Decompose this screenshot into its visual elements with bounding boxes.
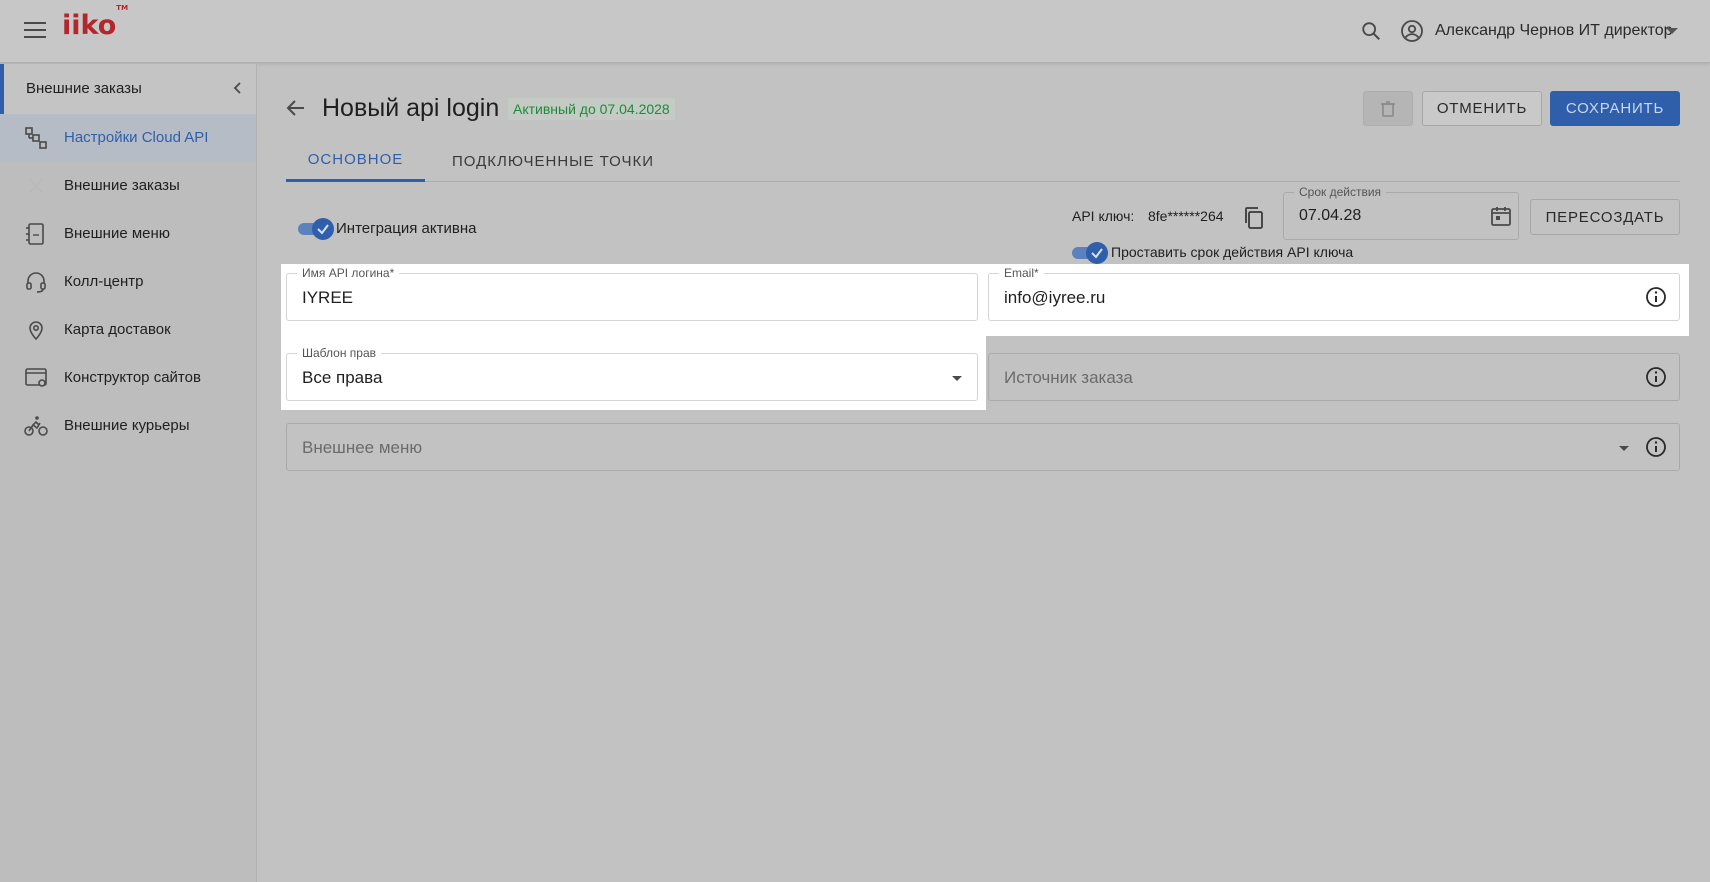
rights-template-select[interactable]: Шаблон прав Все права — [286, 346, 978, 401]
external-menu-icon — [26, 223, 44, 245]
site-builder-icon — [25, 368, 47, 387]
check-icon — [1091, 248, 1103, 259]
logo-text: iiko — [62, 10, 117, 41]
sidebar: Внешние заказы Настройки Cloud API Внешн… — [0, 64, 257, 882]
api-key-label: API ключ: — [1072, 208, 1135, 224]
sidebar-item-external-couriers[interactable]: Внешние курьеры — [0, 402, 256, 450]
save-button[interactable]: Сохранить — [1550, 91, 1680, 126]
cloud-api-settings-icon — [25, 127, 47, 149]
search-icon[interactable] — [1360, 20, 1382, 42]
set-expiry-label: Проставить срок действия API ключа — [1111, 244, 1354, 260]
chevron-down-icon[interactable] — [1666, 28, 1678, 34]
order-source-field[interactable]: Источник заказа — [988, 353, 1680, 401]
info-icon[interactable] — [1645, 286, 1667, 308]
tab-main[interactable]: Основное — [286, 140, 425, 182]
arrow-back-icon[interactable] — [284, 96, 308, 120]
regenerate-button[interactable]: Пересоздать — [1530, 199, 1680, 235]
external-menu-select[interactable]: Внешнее меню — [286, 423, 1680, 471]
user-name[interactable]: Александр Чернов ИТ директор — [1435, 22, 1673, 40]
external-orders-icon — [28, 178, 44, 194]
order-source-placeholder: Источник заказа — [1004, 368, 1133, 387]
integration-toggle[interactable] — [296, 217, 334, 240]
status-badge: Активный до 07.04.2028 — [508, 98, 675, 120]
sidebar-item-external-orders[interactable]: Внешние заказы — [0, 162, 256, 210]
trash-icon — [1381, 100, 1395, 117]
sidebar-item-external-menu[interactable]: Внешние меню — [0, 210, 256, 258]
expire-date-field[interactable]: Срок действия 07.04.28 — [1283, 185, 1519, 240]
api-key-value: 8fe******264 — [1148, 208, 1224, 224]
logo-tm: TM — [116, 4, 129, 12]
tab-bar: Основное Подключенные точки — [286, 140, 1680, 182]
page-title: Новый api login — [322, 94, 500, 122]
info-icon[interactable] — [1645, 436, 1667, 458]
api-login-name-value: IYREE — [302, 288, 354, 307]
top-header: iikoTM Александр Чернов ИТ директор — [0, 0, 1710, 63]
sidebar-item-label: Карта доставок — [64, 321, 171, 338]
sidebar-item-label: Конструктор сайтов — [64, 369, 201, 386]
sidebar-section-title: Внешние заказы — [26, 80, 142, 97]
expire-date-value: 07.04.28 — [1299, 207, 1362, 224]
external-menu-placeholder: Внешнее меню — [302, 438, 423, 457]
calendar-icon[interactable] — [1490, 205, 1512, 227]
dropdown-arrow-icon[interactable] — [1619, 446, 1629, 451]
integration-toggle-label: Интеграция активна — [336, 220, 477, 237]
sidebar-item-label: Внешние заказы — [64, 177, 180, 194]
sidebar-item-site-builder[interactable]: Конструктор сайтов — [0, 354, 256, 402]
rights-template-label: Шаблон прав — [297, 346, 381, 360]
check-icon — [317, 224, 329, 235]
sidebar-item-label: Внешние меню — [64, 225, 171, 242]
api-login-name-field[interactable]: Имя API логина* IYREE — [286, 266, 978, 321]
sidebar-item-label: Внешние курьеры — [64, 417, 190, 434]
set-expiry-toggle[interactable] — [1070, 241, 1108, 264]
info-icon[interactable] — [1645, 366, 1667, 388]
sidebar-item-label: Настройки Cloud API — [64, 129, 209, 146]
headset-icon — [26, 272, 46, 293]
sidebar-item-label: Колл-центр — [64, 273, 144, 290]
email-field[interactable]: Email* info@iyree.ru — [988, 266, 1680, 321]
email-label: Email* — [999, 266, 1044, 280]
email-value: info@iyree.ru — [1004, 288, 1106, 307]
sidebar-item-cloud-api-settings[interactable]: Настройки Cloud API — [0, 114, 256, 162]
account-circle-icon[interactable] — [1400, 19, 1424, 43]
cancel-button[interactable]: Отменить — [1422, 91, 1542, 126]
bicycle-courier-icon — [24, 416, 48, 436]
sidebar-item-delivery-map[interactable]: Карта доставок — [0, 306, 256, 354]
rights-template-value: Все права — [302, 368, 383, 387]
sidebar-item-call-center[interactable]: Колл-центр — [0, 258, 256, 306]
chevron-left-icon[interactable] — [230, 80, 246, 96]
iiko-logo[interactable]: iikoTM — [62, 4, 128, 41]
api-login-name-label: Имя API логина* — [297, 266, 400, 280]
tab-connected-points[interactable]: Подключенные точки — [443, 140, 663, 182]
sidebar-section-header: Внешние заказы — [0, 64, 256, 114]
delete-button[interactable] — [1363, 91, 1413, 126]
copy-icon[interactable] — [1243, 206, 1265, 230]
menu-icon[interactable] — [24, 22, 46, 40]
expire-date-label: Срок действия — [1294, 185, 1387, 199]
map-pin-icon — [29, 321, 43, 341]
dropdown-arrow-icon — [952, 376, 962, 381]
